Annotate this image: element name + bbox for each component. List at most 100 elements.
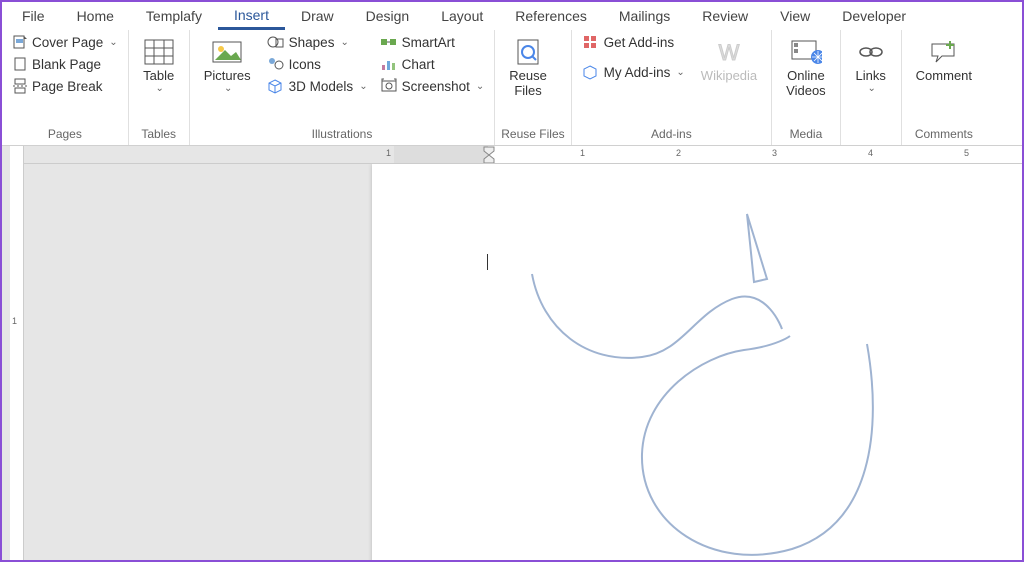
ribbon-tabs: File Home Templafy Insert Draw Design La…	[2, 2, 1022, 30]
tab-review[interactable]: Review	[686, 4, 764, 28]
tab-file[interactable]: File	[6, 4, 61, 28]
comment-button[interactable]: Comment	[908, 32, 980, 87]
icons-label: Icons	[289, 57, 321, 72]
group-addins-label: Add-ins	[578, 125, 766, 145]
cover-page-label: Cover Page	[32, 35, 103, 50]
blank-page-label: Blank Page	[32, 57, 101, 72]
get-addins-label: Get Add-ins	[604, 35, 675, 50]
table-label: Table	[143, 68, 174, 83]
group-tables: Table ⌄ Tables	[129, 30, 190, 145]
table-icon	[143, 36, 175, 68]
ruler-mark: 1	[12, 316, 17, 326]
page-break-icon	[12, 78, 28, 94]
workspace: 1 1 1 2 3 4 5	[2, 146, 1022, 560]
group-illustrations-label: Illustrations	[196, 125, 489, 145]
tab-mailings[interactable]: Mailings	[603, 4, 686, 28]
svg-text:W: W	[719, 40, 740, 64]
tab-references[interactable]: References	[499, 4, 603, 28]
indent-marker-icon[interactable]	[483, 146, 495, 164]
link-icon	[855, 40, 887, 64]
wikipedia-icon: W	[713, 40, 745, 64]
3d-models-label: 3D Models	[289, 79, 354, 94]
chevron-down-icon: ⌄	[109, 37, 117, 48]
ruler-mark: 2	[676, 148, 681, 158]
page-scroll-area[interactable]	[24, 164, 1022, 560]
document-page[interactable]	[372, 164, 1022, 560]
chevron-down-icon: ⌄	[867, 83, 875, 94]
comment-icon	[928, 38, 960, 66]
reuse-label: Reuse	[509, 68, 547, 83]
tab-home[interactable]: Home	[61, 4, 130, 28]
pictures-button[interactable]: Pictures ⌄	[196, 32, 259, 98]
group-media-label: Media	[778, 125, 834, 145]
group-illustrations: Pictures ⌄ Shapes ⌄ Icons 3D Models ⌄	[190, 30, 496, 145]
ribbon: Cover Page ⌄ Blank Page Page Break Pages	[2, 30, 1022, 146]
group-tables-label: Tables	[135, 125, 183, 145]
cover-page-button[interactable]: Cover Page ⌄	[8, 32, 122, 52]
tab-templafy[interactable]: Templafy	[130, 4, 218, 28]
chevron-down-icon: ⌄	[359, 81, 367, 92]
reuse-files-icon	[512, 36, 544, 68]
tab-draw[interactable]: Draw	[285, 4, 350, 28]
group-reuse: Reuse Files Reuse Files	[495, 30, 571, 145]
online-label: Online	[787, 68, 825, 83]
my-addins-icon	[582, 64, 600, 80]
tab-developer[interactable]: Developer	[826, 4, 922, 28]
videos-label: Videos	[786, 83, 826, 98]
tab-insert[interactable]: Insert	[218, 3, 285, 30]
chevron-down-icon: ⌄	[476, 81, 484, 92]
wikipedia-button[interactable]: W Wikipedia	[693, 32, 765, 87]
chart-label: Chart	[402, 57, 435, 72]
online-videos-button[interactable]: Online Videos	[778, 32, 834, 102]
group-links: Links ⌄	[841, 30, 902, 145]
shapes-icon	[267, 34, 285, 50]
tab-design[interactable]: Design	[350, 4, 426, 28]
pictures-label: Pictures	[204, 68, 251, 83]
screenshot-button[interactable]: Screenshot ⌄	[376, 76, 489, 96]
horizontal-ruler[interactable]: 1 1 2 3 4 5	[24, 146, 1022, 164]
reuse-files-button[interactable]: Reuse Files	[501, 32, 555, 102]
group-links-label	[847, 139, 895, 145]
table-button[interactable]: Table ⌄	[135, 32, 183, 98]
chart-icon	[380, 56, 398, 72]
chevron-down-icon: ⌄	[155, 83, 163, 94]
smartart-label: SmartArt	[402, 35, 455, 50]
my-addins-button[interactable]: My Add-ins ⌄	[578, 62, 689, 82]
my-addins-label: My Add-ins	[604, 65, 671, 80]
links-button[interactable]: Links ⌄	[847, 32, 895, 98]
vertical-ruler[interactable]: 1	[2, 146, 24, 560]
tab-view[interactable]: View	[764, 4, 826, 28]
cover-page-icon	[12, 34, 28, 50]
3d-models-button[interactable]: 3D Models ⌄	[263, 76, 372, 96]
smartart-button[interactable]: SmartArt	[376, 32, 489, 52]
group-media: Online Videos Media	[772, 30, 841, 145]
blank-page-button[interactable]: Blank Page	[8, 54, 122, 74]
document-area: 1 1 2 3 4 5	[24, 146, 1022, 560]
ruler-mark: 5	[964, 148, 969, 158]
chevron-down-icon: ⌄	[676, 67, 684, 78]
screenshot-icon	[380, 78, 398, 94]
chart-button[interactable]: Chart	[376, 54, 489, 74]
3d-models-icon	[267, 78, 285, 94]
wikipedia-label: Wikipedia	[701, 68, 757, 83]
ruler-mark: 1	[580, 148, 585, 158]
comment-label: Comment	[916, 68, 972, 83]
tab-layout[interactable]: Layout	[425, 4, 499, 28]
page-break-button[interactable]: Page Break	[8, 76, 122, 96]
group-addins: Get Add-ins My Add-ins ⌄ W Wikipedia Add…	[572, 30, 773, 145]
ruler-mark: 1	[386, 148, 391, 158]
store-icon	[582, 34, 600, 50]
screenshot-label: Screenshot	[402, 79, 470, 94]
chevron-down-icon: ⌄	[224, 83, 232, 94]
blank-page-icon	[12, 56, 28, 72]
get-addins-button[interactable]: Get Add-ins	[578, 32, 689, 52]
group-comments: Comment Comments	[902, 30, 986, 145]
group-pages: Cover Page ⌄ Blank Page Page Break Pages	[2, 30, 129, 145]
group-pages-label: Pages	[8, 125, 122, 145]
ink-drawing[interactable]	[372, 164, 1022, 560]
shapes-button[interactable]: Shapes ⌄	[263, 32, 372, 52]
group-reuse-label: Reuse Files	[501, 125, 564, 145]
icons-icon	[267, 56, 285, 72]
pictures-icon	[211, 38, 243, 66]
icons-button[interactable]: Icons	[263, 54, 372, 74]
